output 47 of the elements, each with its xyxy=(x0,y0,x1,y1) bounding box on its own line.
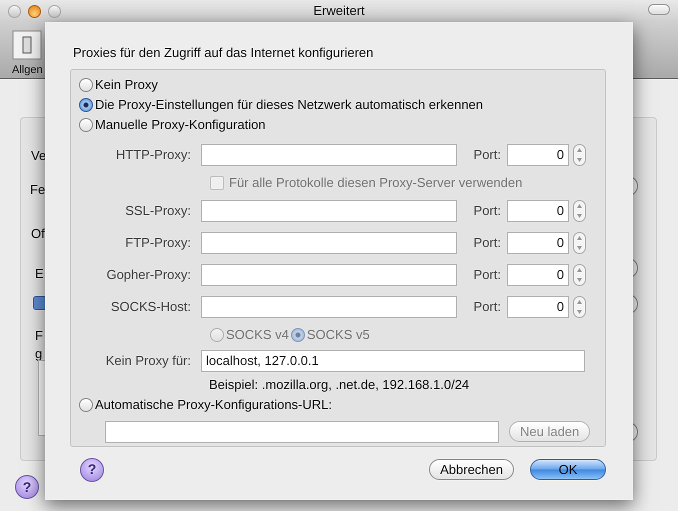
field-label: SSL-Proxy: xyxy=(124,202,192,220)
radio-label: Automatische Proxy-Konfigurations-URL: xyxy=(95,396,332,414)
cancel-button[interactable]: Abbrechen xyxy=(429,459,514,480)
field-label: Port: xyxy=(472,298,502,316)
toolbar-toggle-button[interactable] xyxy=(648,4,670,15)
radio-label: Kein Proxy xyxy=(95,76,158,94)
field-label: SOCKS-Host: xyxy=(110,298,192,316)
stepper-icon[interactable] xyxy=(573,232,586,254)
radio-button[interactable] xyxy=(79,398,93,412)
stepper-icon[interactable] xyxy=(573,296,586,318)
field-label: FTP-Proxy: xyxy=(124,234,192,252)
field-label: Port: xyxy=(472,146,502,164)
stepper-icon[interactable] xyxy=(573,200,586,222)
checkbox-label: Für alle Protokolle diesen Proxy-Server verwenden xyxy=(229,174,522,192)
switch-icon[interactable] xyxy=(12,30,42,60)
window-title: Erweitert xyxy=(313,3,365,18)
label-text: Fe xyxy=(30,181,46,199)
field-label: Port: xyxy=(472,202,502,220)
radio-label: Die Proxy-Einstellungen für dieses Netzwerk automatisch erkennen xyxy=(95,96,484,114)
radio-label: SOCKS v4 xyxy=(226,326,289,344)
radio-button[interactable] xyxy=(79,98,93,112)
field-label: Port: xyxy=(472,266,502,284)
field-label: HTTP-Proxy: xyxy=(114,146,192,164)
field-label: Port: xyxy=(472,234,502,252)
radio-button[interactable] xyxy=(290,328,305,342)
help-button[interactable]: ? xyxy=(15,475,39,499)
label-text: E xyxy=(35,265,44,283)
label-text: F xyxy=(35,327,43,345)
window-button[interactable] xyxy=(48,4,61,18)
help-button[interactable]: ? xyxy=(80,458,104,482)
stepper-icon[interactable] xyxy=(573,144,586,166)
radio-label: Manuelle Proxy-Konfiguration xyxy=(95,116,266,134)
dialog-heading: Proxies für den Zugriff auf das Internet konfigurieren xyxy=(73,44,374,62)
toolbar-label[interactable]: Allgen xyxy=(12,62,43,78)
radio-button[interactable] xyxy=(79,78,93,92)
field-label: Gopher-Proxy: xyxy=(105,266,192,284)
example-text: Beispiel: .mozilla.org, .net.de, 192.168.1.0/24 xyxy=(209,376,470,392)
label-text: Of xyxy=(31,225,45,243)
label-text: g xyxy=(35,345,42,363)
window-button[interactable] xyxy=(8,4,21,18)
field-label: Kein Proxy für: xyxy=(104,352,192,370)
stepper-icon[interactable] xyxy=(573,264,586,286)
radio-label: SOCKS v5 xyxy=(306,326,370,344)
radio-button[interactable] xyxy=(79,118,93,132)
label-text: Ve xyxy=(31,147,46,165)
window-button[interactable] xyxy=(28,4,41,18)
ok-button[interactable]: OK xyxy=(530,459,606,480)
